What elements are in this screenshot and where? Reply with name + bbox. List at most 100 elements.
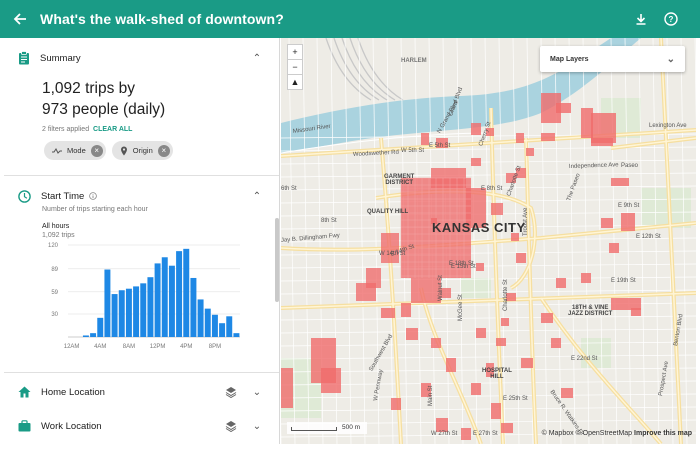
map-attribution: © Mapbox © OpenStreetMap Improve this ma… (542, 430, 692, 437)
layers-icon[interactable] (223, 384, 239, 400)
city-label: KANSAS CITY (432, 220, 526, 235)
compass-button[interactable]: ▲ (287, 74, 303, 90)
chevron-down-icon: ⌄ (666, 53, 675, 65)
bar-hour-18[interactable] (197, 299, 204, 337)
highlight-block (501, 423, 513, 433)
highlight-block (621, 213, 635, 231)
bar-hour-3[interactable] (90, 333, 97, 337)
info-icon[interactable] (89, 192, 97, 200)
street-label: E 25th St (503, 396, 528, 402)
street (281, 393, 696, 399)
attribution-text: © Mapbox © OpenStreetMap (541, 430, 633, 437)
bar-hour-6[interactable] (111, 294, 118, 337)
street-label: Troost Ave (523, 207, 529, 236)
bar-hour-2[interactable] (82, 335, 89, 337)
origin-chip[interactable]: Origin × (111, 141, 173, 160)
chevron-down-icon[interactable]: ⌄ (249, 421, 265, 432)
x-tick-label: 8PM (209, 344, 221, 350)
bar-hour-16[interactable] (183, 248, 190, 337)
bar-hour-4[interactable] (97, 317, 104, 337)
highlight-block (476, 328, 486, 338)
highlight-block (411, 278, 441, 303)
highlight-block (601, 218, 613, 228)
chevron-up-icon[interactable]: ⌃ (249, 53, 265, 64)
bar-hour-5[interactable] (104, 269, 111, 337)
bar-hour-22[interactable] (226, 316, 233, 337)
street-label: E 27th St (473, 431, 498, 437)
park-area (461, 278, 491, 298)
street (582, 38, 590, 444)
help-icon[interactable]: ? (656, 0, 686, 38)
chevron-up-icon[interactable]: ⌃ (249, 191, 265, 202)
map-layers-label: Map Layers (550, 55, 589, 63)
bar-hour-21[interactable] (219, 323, 226, 337)
street-label: Walnut St (438, 275, 444, 301)
street-label: Charlotte St (503, 279, 509, 311)
major-road-center (610, 137, 696, 149)
street (281, 341, 696, 347)
filters-applied: 2 filters applied CLEAR ALL (4, 126, 279, 133)
highlight-block (611, 178, 629, 186)
bar-hour-19[interactable] (204, 308, 211, 337)
divider (4, 372, 279, 373)
highlight-block (526, 148, 534, 156)
bar-hour-12[interactable] (154, 263, 161, 337)
street-label: McGee St (458, 294, 464, 321)
bar-hour-9[interactable] (133, 286, 140, 337)
bar-hour-17[interactable] (190, 277, 197, 337)
bar-hour-23[interactable] (233, 333, 240, 337)
bar-hour-10[interactable] (140, 283, 147, 337)
panel-scrollbar[interactable] (275, 218, 279, 302)
district-harlem: HARLEM (401, 58, 427, 64)
back-arrow-icon[interactable] (0, 0, 40, 38)
bar-hour-13[interactable] (161, 257, 168, 337)
chevron-down-icon[interactable]: ⌄ (249, 387, 265, 398)
bar-hour-15[interactable] (176, 251, 183, 337)
street (281, 172, 696, 178)
highlight-block (446, 358, 456, 372)
improve-map-link[interactable]: Improve this map (634, 430, 692, 437)
y-tick-label: 59 (51, 290, 58, 296)
highlight-block (461, 428, 471, 440)
highlight-block (471, 158, 481, 166)
download-icon[interactable] (626, 0, 656, 38)
summary-headline-1: 1,092 trips by (42, 80, 136, 97)
summary-header[interactable]: Summary ⌃ (4, 38, 279, 78)
street (281, 380, 696, 386)
district-garment: GARMENT DISTRICT (384, 174, 415, 186)
y-tick-label: 89 (51, 267, 58, 273)
mode-icon (52, 147, 62, 154)
summary-headline-2: 973 people (daily) (42, 101, 166, 118)
bar-hour-11[interactable] (147, 277, 154, 337)
street-label: Paseo (621, 163, 639, 169)
home-location-row[interactable]: Home Location ⌄ (4, 375, 279, 409)
street-label: 6th St (281, 186, 297, 192)
work-location-label: Work Location (41, 420, 102, 432)
highlight-block (491, 203, 503, 215)
map-layers-dropdown[interactable]: Map Layers ⌄ (540, 46, 685, 72)
filter-chips: Mode × Origin × (4, 141, 279, 160)
series-label: All hours (42, 223, 70, 230)
work-location-row[interactable]: Work Location ⌄ (4, 409, 279, 443)
origin-chip-label: Origin (132, 146, 153, 155)
park-area (581, 338, 611, 368)
highlight-block (356, 283, 376, 301)
bar-hour-8[interactable] (125, 288, 132, 337)
bar-hour-14[interactable] (168, 265, 175, 337)
map-view[interactable]: + − ▲ Map Layers ⌄ KANSAS CITY GARMENT DI… (281, 38, 696, 444)
remove-origin-icon[interactable]: × (157, 144, 170, 157)
bar-hour-7[interactable] (118, 290, 125, 337)
clear-all-link[interactable]: CLEAR ALL (93, 126, 132, 133)
highlight-block (561, 388, 573, 398)
street (281, 354, 696, 360)
layers-icon[interactable] (223, 418, 239, 434)
filters-text: 2 filters applied (42, 126, 90, 133)
bar-hour-20[interactable] (211, 314, 218, 337)
mode-chip[interactable]: Mode × (44, 141, 106, 160)
zoom-in-button[interactable]: + (287, 44, 303, 60)
district-quality-hill: QUALITY HILL (367, 209, 409, 215)
top-app-bar: What's the walk-shed of downtown? ? (0, 0, 700, 38)
zoom-out-button[interactable]: − (287, 59, 303, 75)
remove-mode-icon[interactable]: × (90, 144, 103, 157)
highlight-block (591, 138, 613, 146)
